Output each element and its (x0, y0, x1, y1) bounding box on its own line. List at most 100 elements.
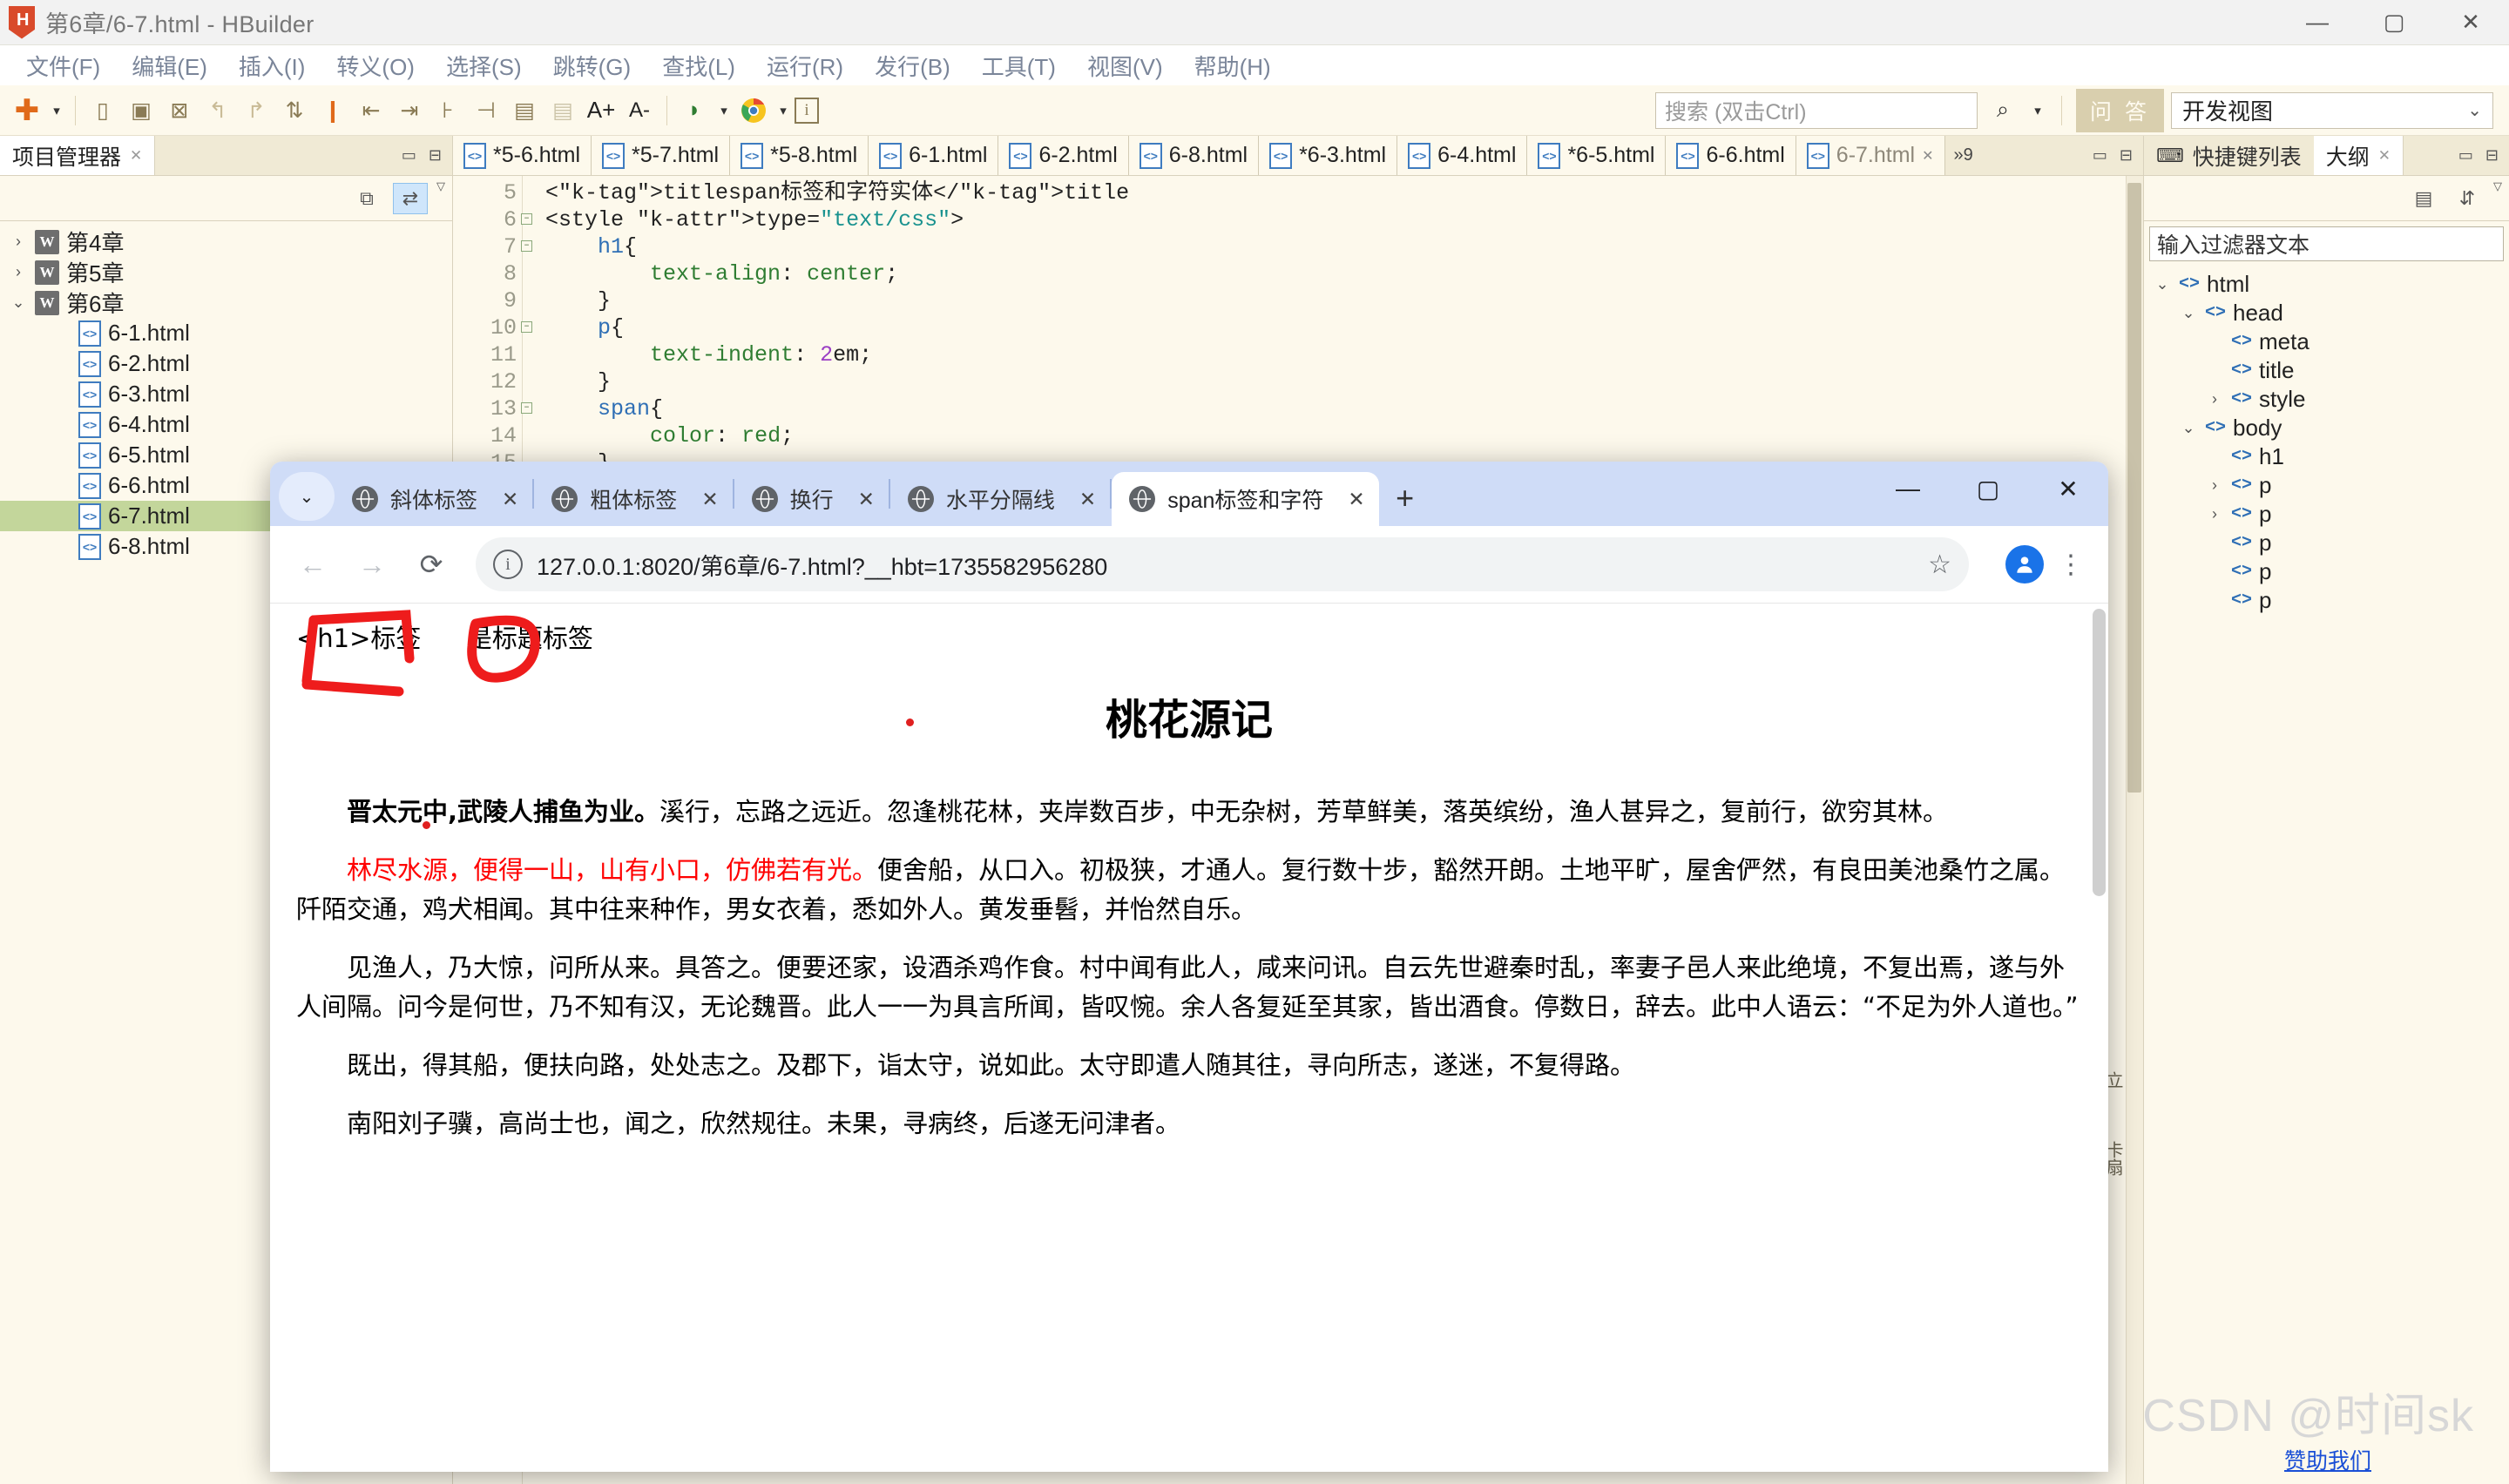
redo-icon[interactable]: ↱ (238, 92, 274, 129)
editor-tab[interactable]: <> 6-1.html (869, 136, 999, 175)
info-icon[interactable]: i (795, 97, 819, 124)
close-icon[interactable]: ✕ (701, 488, 718, 511)
minimize-icon[interactable]: ▭ (2093, 146, 2107, 165)
collapse-icon[interactable]: ⧉ (349, 183, 384, 214)
maximize-icon[interactable]: ⊟ (429, 146, 442, 165)
fold-toggle-icon[interactable]: – (521, 402, 532, 414)
code-line[interactable]: p{ (545, 314, 1129, 341)
menu-item-file[interactable]: 文件(F) (12, 46, 114, 85)
plus-icon[interactable]: ✚ (9, 92, 45, 129)
menu-item-escape[interactable]: 转义(O) (322, 46, 429, 85)
tab-outline[interactable]: 大纲 ✕ (2313, 136, 2404, 175)
editor-tab[interactable]: <> *6-3.html (1259, 136, 1398, 175)
align-right-icon[interactable]: ⊣ (468, 92, 504, 129)
browser-maximize-button[interactable]: ▢ (1948, 462, 2028, 516)
uncomment-icon[interactable]: ▤ (544, 92, 581, 129)
sponsor-link[interactable]: 赞助我们 (2284, 1444, 2371, 1475)
page-scrollbar-thumb[interactable] (2093, 609, 2106, 896)
minimize-icon[interactable]: ▭ (2458, 146, 2473, 165)
menu-item-goto[interactable]: 跳转(G) (539, 46, 646, 85)
tab-project-manager[interactable]: 项目管理器 ✕ (0, 136, 156, 175)
code-line[interactable]: <style "k-attr">type="text/css"> (545, 206, 1129, 233)
chevron-right-icon[interactable]: › (2205, 390, 2224, 408)
project-tree-item[interactable]: <> 6-4.html (0, 409, 452, 440)
outline-tree-item[interactable]: <> p (2144, 557, 2509, 586)
bookmark-icon[interactable]: ❙ (314, 92, 351, 129)
panel-menu-icon[interactable]: ▽ (2493, 176, 2502, 193)
outline-tree-item[interactable]: ⌄ <> html (2144, 270, 2509, 299)
forward-button[interactable]: → (345, 537, 399, 591)
maximize-button[interactable]: ▢ (2356, 0, 2432, 45)
editor-scrollbar-thumb[interactable] (2127, 183, 2141, 793)
outline-tree-item[interactable]: ⌄ <> head (2144, 299, 2509, 327)
code-line[interactable]: text-indent: 2em; (545, 341, 1129, 368)
chrome-caret-icon[interactable]: ▾ (774, 103, 793, 118)
outline-filter-input[interactable]: 输入过滤器文本 (2149, 226, 2504, 261)
comment-icon[interactable]: ▤ (506, 92, 543, 129)
close-icon[interactable]: ✕ (1922, 147, 1933, 165)
save-all-icon[interactable]: ▣ (123, 92, 159, 129)
editor-tab[interactable]: <> *6-5.html (1527, 136, 1667, 175)
chevron-down-icon[interactable]: ⌄ (2153, 275, 2172, 293)
chevron-down-icon[interactable]: ⌄ (2179, 419, 2198, 437)
browser-tab[interactable]: 粗体标签 ✕ (534, 472, 732, 526)
close-icon[interactable]: ✕ (1079, 488, 1096, 511)
view-select[interactable]: 开发视图 ⌄ (2171, 91, 2493, 129)
code-line[interactable]: } (545, 368, 1129, 395)
project-tree-item[interactable]: <> 6-2.html (0, 348, 452, 379)
editor-tab-overflow[interactable]: »9 (1945, 136, 1982, 175)
qa-button[interactable]: 问 答 (2076, 88, 2164, 132)
code-line[interactable]: text-align: center; (545, 260, 1129, 287)
code-line[interactable]: color: red; (545, 422, 1129, 449)
outline-tree-item[interactable]: <> p (2144, 529, 2509, 557)
browser-tab[interactable]: 水平分隔线 ✕ (890, 472, 1110, 526)
maximize-icon[interactable]: ⊟ (2485, 146, 2499, 165)
editor-tab[interactable]: <> 6-8.html (1128, 136, 1260, 175)
outline-tree-item[interactable]: › <> style (2144, 385, 2509, 414)
editor-tab[interactable]: <> *5-6.html (453, 136, 592, 175)
tab-search-button[interactable]: ⌄ (279, 472, 335, 521)
project-tree-item[interactable]: <> 6-3.html (0, 379, 452, 409)
search-caret-icon[interactable]: ▾ (2028, 103, 2047, 118)
menu-item-run[interactable]: 运行(R) (753, 46, 857, 85)
page-scrollbar[interactable] (2089, 604, 2108, 1472)
project-tree-item[interactable]: ⌄ W 第6章 (0, 287, 452, 318)
editor-scrollbar[interactable] (2126, 176, 2143, 1484)
minimize-icon[interactable]: ▭ (402, 146, 416, 165)
outline-tree-item[interactable]: › <> p (2144, 471, 2509, 500)
save-icon[interactable]: ▯ (85, 92, 121, 129)
browser-caret-icon[interactable]: ▾ (714, 103, 734, 118)
code-line[interactable]: span{ (545, 395, 1129, 422)
outline-tree-item[interactable]: ⌄ <> body (2144, 414, 2509, 442)
project-tree-item[interactable]: › W 第5章 (0, 257, 452, 287)
menu-item-select[interactable]: 选择(S) (432, 46, 536, 85)
outline-tree-item[interactable]: <> meta (2144, 327, 2509, 356)
browser-minimize-button[interactable]: — (1868, 462, 1948, 516)
chevron-right-icon[interactable]: › (9, 233, 28, 251)
new-tab-button[interactable]: + (1379, 474, 1431, 523)
editor-tab[interactable]: <> 6-2.html (998, 136, 1129, 175)
browser-tab[interactable]: span标签和字符 ✕ (1112, 472, 1379, 526)
chevron-down-icon[interactable]: ⌄ (9, 293, 28, 312)
search-icon[interactable]: ⌕ (1985, 92, 2021, 129)
fold-toggle-icon[interactable]: – (521, 321, 532, 333)
align-left-icon[interactable]: ⊦ (429, 92, 466, 129)
sort-az-icon[interactable]: ⇵ (2450, 183, 2485, 214)
close-button[interactable]: ✕ (2432, 0, 2509, 45)
menu-item-tools[interactable]: 工具(T) (968, 46, 1070, 85)
close-icon[interactable]: ✕ (2378, 147, 2391, 165)
close-file-icon[interactable]: ⊠ (161, 92, 198, 129)
outline-tree-item[interactable]: <> p (2144, 586, 2509, 615)
browser-tab[interactable]: 换行 ✕ (734, 472, 889, 526)
avatar[interactable] (2005, 545, 2044, 583)
menu-item-edit[interactable]: 编辑(E) (118, 46, 221, 85)
menu-item-find[interactable]: 查找(L) (648, 46, 749, 85)
menu-item-help[interactable]: 帮助(H) (1180, 46, 1285, 85)
chrome-icon[interactable] (735, 92, 772, 129)
code-line[interactable]: } (545, 287, 1129, 314)
font-increase-icon[interactable]: A+ (583, 92, 619, 129)
back-button[interactable]: ← (286, 537, 340, 591)
compare-icon[interactable]: ⇅ (276, 92, 313, 129)
sync-icon[interactable]: ⇄ (393, 182, 428, 214)
close-icon[interactable]: ✕ (502, 488, 518, 511)
